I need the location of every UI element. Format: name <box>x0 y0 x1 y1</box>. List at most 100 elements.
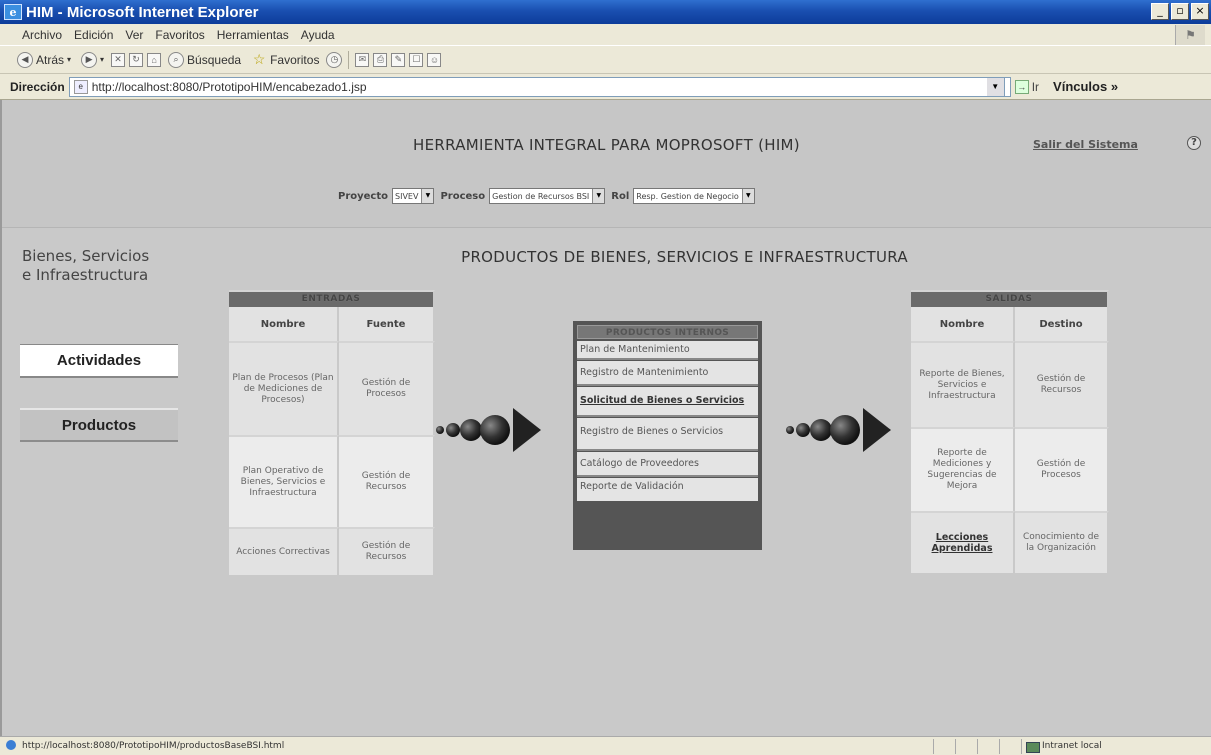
links-button[interactable]: Vínculos » <box>1053 79 1118 94</box>
toolbar-divider <box>348 50 350 69</box>
proyecto-select[interactable]: SIVEV ▼ <box>392 188 435 204</box>
salida-destino: Gestión de Recursos <box>1015 341 1109 427</box>
list-item[interactable]: Plan de Mantenimiento <box>577 341 758 360</box>
proyecto-value: SIVEV <box>395 191 419 201</box>
mail-icon[interactable]: ✉ <box>355 52 370 67</box>
lecciones-aprendidas-link[interactable]: Lecciones Aprendidas <box>911 511 1015 573</box>
menu-herramientas[interactable]: Herramientas <box>211 28 295 42</box>
entrada-fuente: Gestión de Recursos <box>339 527 435 575</box>
list-item[interactable]: Registro de Bienes o Servicios <box>577 418 758 451</box>
go-label: Ir <box>1031 79 1040 94</box>
sidebar-title-line2: e Infraestructura <box>22 266 149 284</box>
entradas-header: ENTRADAS <box>229 290 435 307</box>
window-title: HIM - Microsoft Internet Explorer <box>26 3 259 21</box>
search-button[interactable]: ⌕ Búsqueda <box>165 49 244 71</box>
forward-arrow-icon: ▶ <box>81 51 98 68</box>
list-item[interactable]: Catálogo de Proveedores <box>577 452 758 477</box>
salidas-header: SALIDAS <box>911 290 1109 307</box>
status-pane <box>933 738 955 754</box>
address-dropdown[interactable]: ▼ <box>986 76 1005 97</box>
chevron-down-icon: ▼ <box>741 189 754 203</box>
status-pane <box>977 738 999 754</box>
proceso-label: Proceso <box>440 190 486 202</box>
column-header-nombre: Nombre <box>911 307 1015 341</box>
back-label: Atrás <box>36 52 65 67</box>
menu-archivo[interactable]: Archivo <box>0 28 68 42</box>
maximize-button[interactable]: ▫ <box>1171 3 1189 20</box>
list-item-link[interactable]: Solicitud de Bienes o Servicios <box>577 387 758 417</box>
table-row: Plan Operativo de Bienes, Servicios e In… <box>229 435 435 527</box>
sidebar-title: Bienes, Servicios e Infraestructura <box>22 247 149 285</box>
filter-selectors: Proyecto SIVEV ▼ Proceso Gestion de Recu… <box>336 188 755 204</box>
refresh-icon[interactable]: ↻ <box>129 52 144 67</box>
entrada-nombre: Plan de Procesos (Plan de Mediciones de … <box>229 341 339 435</box>
toolbar: ◀ Atrás ▾ ▶ ▾ ✕ ↻ ⌂ ⌕ Búsqueda ☆ Favorit… <box>0 46 1211 74</box>
menu-ver[interactable]: Ver <box>119 28 149 42</box>
security-zone: Intranet local <box>1021 738 1211 754</box>
entrada-nombre: Acciones Correctivas <box>229 527 339 575</box>
status-url: http://localhost:8080/PrototipoHIM/produ… <box>0 740 933 751</box>
table-row: Lecciones Aprendidas Conocimiento de la … <box>911 511 1109 573</box>
proceso-value: Gestion de Recursos BSI <box>492 191 590 201</box>
history-icon[interactable]: ◷ <box>326 51 343 68</box>
page-content: HERRAMIENTA INTEGRAL PARA MOPROSOFT (HIM… <box>0 100 1211 736</box>
favorites-button[interactable]: ☆ Favoritos <box>248 49 322 71</box>
chevron-down-icon: ▾ <box>67 55 72 64</box>
system-title: HERRAMIENTA INTEGRAL PARA MOPROSOFT (HIM… <box>413 136 800 154</box>
logout-link[interactable]: Salir del Sistema <box>1033 138 1138 151</box>
forward-button[interactable]: ▶ ▾ <box>78 49 107 71</box>
chevron-down-icon: ▾ <box>100 55 105 64</box>
rol-select[interactable]: Resp. Gestion de Negocio ▼ <box>633 188 755 204</box>
address-bar: Dirección e http://localhost:8080/Protot… <box>0 74 1211 100</box>
status-pane <box>955 738 977 754</box>
go-button[interactable]: → Ir <box>1014 79 1040 94</box>
table-row: Reporte de Mediciones y Sugerencias de M… <box>911 427 1109 511</box>
proceso-select[interactable]: Gestion de Recursos BSI ▼ <box>489 188 606 204</box>
back-button[interactable]: ◀ Atrás ▾ <box>14 49 74 71</box>
window-controls: _ ▫ × <box>1151 3 1209 20</box>
list-item[interactable]: Reporte de Validación <box>577 478 758 501</box>
tab-actividades[interactable]: Actividades <box>20 344 178 378</box>
entradas-table: ENTRADAS Nombre Fuente Plan de Procesos … <box>229 290 435 575</box>
favorites-label: Favoritos <box>270 52 320 67</box>
column-header-nombre: Nombre <box>229 307 339 341</box>
messenger-icon[interactable]: ☺ <box>427 52 442 67</box>
entrada-fuente: Gestión de Recursos <box>339 435 435 527</box>
entrada-nombre: Plan Operativo de Bienes, Servicios e In… <box>229 435 339 527</box>
page-header: HERRAMIENTA INTEGRAL PARA MOPROSOFT (HIM… <box>2 100 1211 228</box>
menu-edicion[interactable]: Edición <box>68 28 119 42</box>
menu-ayuda[interactable]: Ayuda <box>295 28 341 42</box>
flow-arrow-icon <box>786 408 891 452</box>
address-label: Dirección <box>10 79 65 94</box>
salida-destino: Conocimiento de la Organización <box>1015 511 1109 573</box>
table-row: Plan de Procesos (Plan de Mediciones de … <box>229 341 435 435</box>
star-icon: ☆ <box>252 51 266 67</box>
address-input[interactable]: e http://localhost:8080/PrototipoHIM/enc… <box>68 76 1011 97</box>
help-icon[interactable]: ? <box>1187 136 1201 150</box>
table-row: Reporte de Bienes, Servicios e Infraestr… <box>911 341 1109 427</box>
rol-value: Resp. Gestion de Negocio <box>636 191 739 201</box>
discuss-icon[interactable]: ☐ <box>409 52 424 67</box>
title-bar: e HIM - Microsoft Internet Explorer _ ▫ … <box>0 0 1211 24</box>
tab-productos[interactable]: Productos <box>20 408 178 442</box>
close-button[interactable]: × <box>1191 3 1209 20</box>
windows-flag-icon: ⚑ <box>1175 25 1205 45</box>
flow-arrow-icon <box>436 408 541 452</box>
home-icon[interactable]: ⌂ <box>147 52 162 67</box>
salidas-table: SALIDAS Nombre Destino Reporte de Bienes… <box>911 290 1109 573</box>
go-arrow-icon: → <box>1014 79 1029 94</box>
status-bar: http://localhost:8080/PrototipoHIM/produ… <box>0 736 1211 755</box>
entrada-fuente: Gestión de Procesos <box>339 341 435 435</box>
list-item[interactable]: Registro de Mantenimiento <box>577 361 758 386</box>
productos-internos-box: PRODUCTOS INTERNOS Plan de Mantenimiento… <box>573 321 762 550</box>
status-pane <box>999 738 1021 754</box>
productos-internos-header: PRODUCTOS INTERNOS <box>577 325 758 339</box>
sidebar-title-line1: Bienes, Servicios <box>22 247 150 265</box>
salida-destino: Gestión de Procesos <box>1015 427 1109 511</box>
page-icon: e <box>73 79 88 94</box>
menu-favoritos[interactable]: Favoritos <box>149 28 210 42</box>
minimize-button[interactable]: _ <box>1151 3 1169 20</box>
edit-icon[interactable]: ✎ <box>391 52 406 67</box>
stop-icon[interactable]: ✕ <box>111 52 126 67</box>
print-icon[interactable]: ⎙ <box>373 52 388 67</box>
